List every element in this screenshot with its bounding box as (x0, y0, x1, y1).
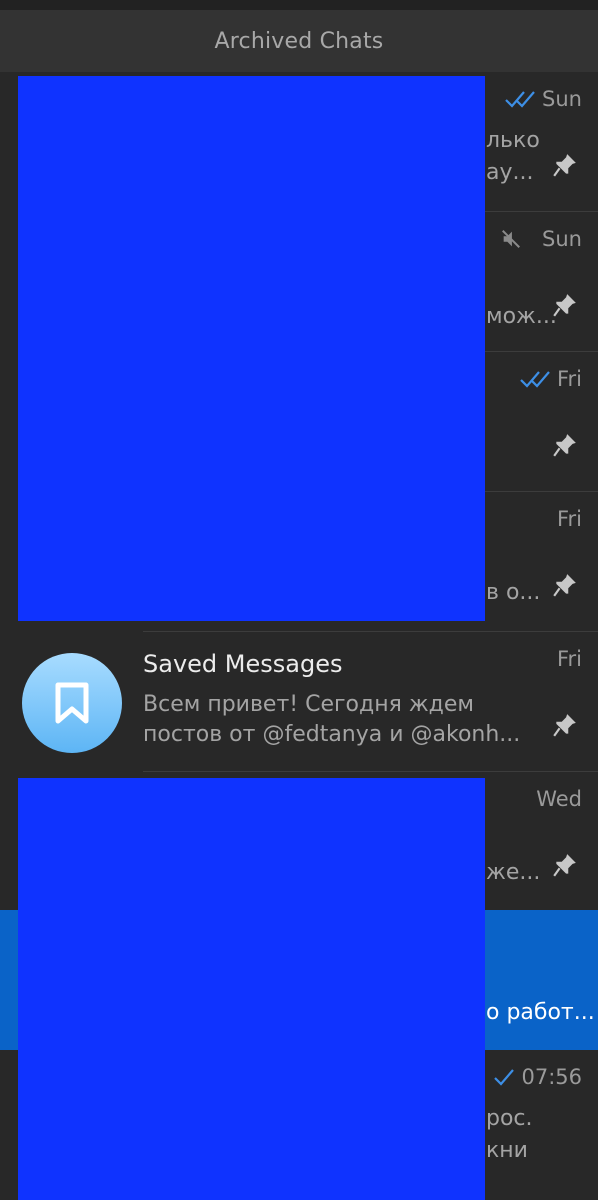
pin-icon (553, 854, 576, 877)
window-top-strip (0, 0, 598, 10)
chat-time: Sun (542, 227, 582, 251)
chat-meta: 07:56 (493, 1065, 582, 1089)
chat-time: Fri (556, 367, 582, 391)
pin-icon (553, 714, 576, 737)
chat-time: Sun (542, 87, 582, 111)
chat-meta: Fri (557, 507, 582, 531)
chat-meta: Sun (500, 227, 582, 251)
chat-preview-fragment: же... (486, 860, 541, 885)
pin-icon (553, 434, 576, 457)
header-title: Archived Chats (214, 28, 384, 54)
saved-messages-avatar (22, 653, 122, 753)
redaction-block (18, 778, 485, 1200)
chat-time: 07:56 (521, 1065, 582, 1089)
muted-icon (502, 230, 521, 248)
pin-icon (553, 154, 576, 177)
chat-meta: Fri (557, 647, 582, 671)
pin-icon (553, 574, 576, 597)
chat-preview-fragment: ау... (486, 160, 534, 185)
double-check-icon (520, 371, 550, 388)
chat-preview-line: постов от @fedtanya и @akonh... (143, 722, 521, 747)
single-check-icon (494, 1069, 515, 1086)
chat-preview-fragment: в о... (486, 580, 541, 605)
chat-time: Fri (556, 647, 582, 671)
chat-preview-fragment: кни (486, 1138, 528, 1163)
chat-preview: Всем привет! Сегодня ждем постов от @fed… (143, 690, 543, 750)
chat-time: Wed (536, 787, 582, 811)
chat-row-saved-messages[interactable]: Saved Messages Fri Всем привет! Сегодня … (0, 632, 598, 772)
archived-chats-header: Archived Chats (0, 10, 598, 72)
chat-title: Saved Messages (143, 650, 343, 678)
chat-meta: Sun (504, 87, 582, 111)
chat-preview-fragment: лько (486, 128, 540, 153)
pin-icon (553, 294, 576, 317)
redaction-block (18, 76, 485, 621)
chat-preview-fragment: рос. (486, 1106, 533, 1131)
chat-time: Fri (556, 507, 582, 531)
double-check-icon (505, 91, 535, 108)
bookmark-icon (55, 682, 89, 724)
chat-preview-fragment: о работ... (486, 1000, 595, 1025)
chat-meta: Fri (519, 367, 582, 391)
chat-meta: Wed (536, 787, 582, 811)
chat-preview-line: Всем привет! Сегодня ждем (143, 692, 474, 717)
chat-preview-fragment: мож... (486, 304, 557, 329)
